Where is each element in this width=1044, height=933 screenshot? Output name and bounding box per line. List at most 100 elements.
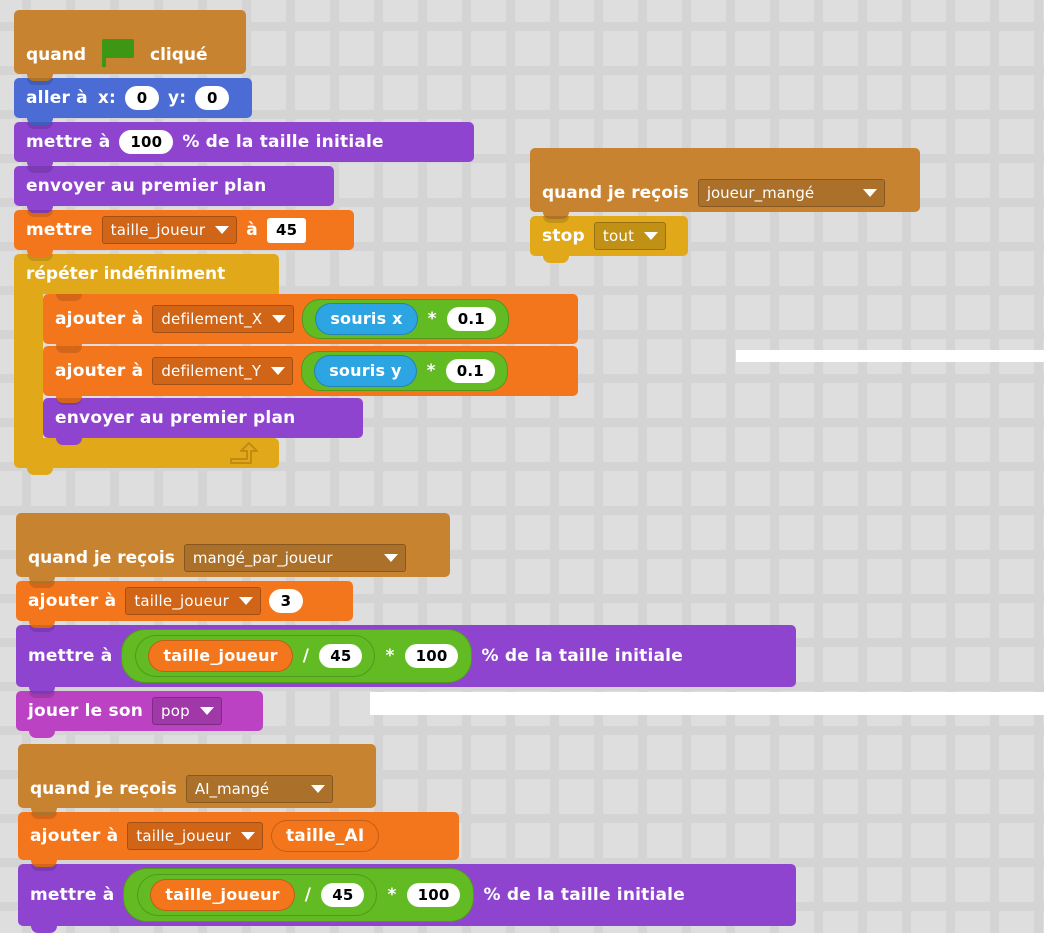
reporter-taille-joueur[interactable]: taille_joueur [150, 879, 295, 911]
message-dropdown-value: mangé_par_joueur [192, 549, 333, 567]
block-go-to-front-inner[interactable]: envoyer au premier plan [43, 398, 363, 445]
operator-multiply-outer[interactable]: taille_joueur / 45 * 100 [121, 629, 473, 683]
set-size-input[interactable]: 100 [119, 130, 174, 154]
goto-y-label: y: [168, 88, 187, 108]
change-var-label: ajouter à [28, 591, 117, 611]
change-var-dropdown[interactable]: taille_joueur [125, 587, 261, 615]
block-go-to-front[interactable]: envoyer au premier plan [14, 166, 334, 213]
change-y-dropdown[interactable]: defilement_Y [152, 357, 294, 385]
chevron-down-icon [644, 232, 659, 240]
operator-operand-b[interactable]: 0.1 [446, 307, 496, 331]
forever-label: répéter indéfiniment [26, 264, 226, 284]
change-var-dropdown-value: taille_joueur [134, 592, 229, 610]
white-overlay-strip-top [736, 350, 1044, 362]
script-joueur-mange[interactable]: quand je reçois joueur_mangé stop tout [530, 148, 920, 263]
reporter-taille-ai[interactable]: taille_AI [270, 820, 380, 852]
operator-multiply-symbol: * [385, 646, 395, 666]
hat-when-i-receive-ai-mange[interactable]: quand je reçois AI_mangé [18, 744, 376, 815]
operator-multiply-outer[interactable]: taille_joueur / 45 * 100 [123, 868, 475, 922]
block-change-defilement-y[interactable]: ajouter à defilement_Y souris y * 0.1 [43, 346, 578, 403]
go-front-inner-label: envoyer au premier plan [55, 408, 296, 428]
operator-multiply-y[interactable]: souris y * 0.1 [301, 351, 508, 391]
set-size-label-before: mettre à [30, 885, 115, 905]
play-sound-dropdown-value: pop [161, 702, 190, 720]
block-change-defilement-x[interactable]: ajouter à defilement_X souris x * 0.1 [43, 294, 578, 351]
play-sound-dropdown[interactable]: pop [152, 697, 222, 725]
message-dropdown[interactable]: joueur_mangé [697, 179, 885, 207]
message-dropdown-value: joueur_mangé [706, 184, 815, 202]
operator-divide-symbol: / [304, 885, 312, 905]
change-y-dropdown-value: defilement_Y [161, 362, 262, 380]
chevron-down-icon [383, 554, 398, 562]
block-change-variable-by-reporter[interactable]: ajouter à taille_joueur taille_AI [18, 812, 459, 867]
goto-x-input[interactable]: 0 [125, 86, 160, 110]
blocks-workspace[interactable]: quand cliqué aller à x: 0 y: 0 mettre à … [0, 0, 1044, 933]
operator-divide-operand[interactable]: 45 [321, 883, 365, 907]
operator-operand-b[interactable]: 0.1 [445, 359, 495, 383]
operator-symbol: * [427, 309, 437, 329]
hat-label-quand: quand [26, 45, 87, 65]
operator-multiply-operand[interactable]: 100 [404, 644, 459, 668]
script-green-flag[interactable]: quand cliqué aller à x: 0 y: 0 mettre à … [14, 10, 578, 475]
goto-y-input[interactable]: 0 [195, 86, 230, 110]
hat-when-i-receive-joueur-mange[interactable]: quand je reçois joueur_mangé [530, 148, 920, 219]
chevron-down-icon [240, 832, 255, 840]
change-var-dropdown[interactable]: taille_joueur [127, 822, 263, 850]
change-x-dropdown-value: defilement_X [161, 310, 263, 328]
change-var-label: ajouter à [30, 826, 119, 846]
stop-dropdown[interactable]: tout [593, 222, 667, 250]
change-var-dropdown-value: taille_joueur [136, 827, 231, 845]
block-set-size-to-percent[interactable]: mettre à 100 % de la taille initiale [14, 122, 474, 169]
loop-arrow-icon [230, 442, 258, 464]
forever-left-arm [14, 294, 43, 438]
change-var-value-input[interactable]: 3 [268, 589, 303, 613]
green-flag-icon [99, 38, 137, 73]
block-set-variable[interactable]: mettre taille_joueur à 45 [14, 210, 354, 257]
chevron-down-icon [272, 315, 287, 323]
block-change-variable[interactable]: ajouter à taille_joueur 3 [16, 581, 353, 628]
hat-when-green-flag-clicked[interactable]: quand cliqué [14, 10, 246, 81]
reporter-mouse-x[interactable]: souris x [315, 303, 418, 335]
stop-dropdown-value: tout [602, 227, 635, 245]
chevron-down-icon [862, 189, 877, 197]
chevron-down-icon [271, 367, 286, 375]
set-size-label-after: % de la taille initiale [483, 885, 685, 905]
block-play-sound[interactable]: jouer le son pop [16, 691, 263, 738]
block-set-size-expression[interactable]: mettre à taille_joueur / 45 * 100 % de l… [16, 625, 796, 694]
forever-body[interactable]: ajouter à defilement_X souris x * 0.1 aj… [43, 294, 578, 445]
message-dropdown[interactable]: AI_mangé [185, 775, 333, 803]
chevron-down-icon [215, 226, 230, 234]
block-stop[interactable]: stop tout [530, 216, 688, 263]
set-var-value-input[interactable]: 45 [266, 217, 307, 243]
operator-divide-operand[interactable]: 45 [319, 644, 363, 668]
block-goto-xy[interactable]: aller à x: 0 y: 0 [14, 78, 252, 125]
hat-label-clique: cliqué [150, 45, 208, 65]
set-size-label-after: % de la taille initiale [481, 646, 683, 666]
set-var-label: mettre [26, 220, 93, 240]
change-x-dropdown[interactable]: defilement_X [152, 305, 295, 333]
operator-divide-inner[interactable]: taille_joueur / 45 [137, 874, 378, 916]
change-x-label: ajouter à [55, 309, 144, 329]
set-size-label-after: % de la taille initiale [182, 132, 384, 152]
block-forever[interactable]: répéter indéfiniment ajouter à defilemen… [14, 254, 578, 475]
block-set-size-expression[interactable]: mettre à taille_joueur / 45 * 100 % de l… [18, 864, 796, 933]
change-y-label: ajouter à [55, 361, 144, 381]
hat-label-when-i-receive: quand je reçois [542, 183, 689, 203]
set-var-dropdown[interactable]: taille_joueur [101, 216, 238, 244]
operator-multiply-x[interactable]: souris x * 0.1 [302, 299, 509, 339]
set-var-dropdown-value: taille_joueur [110, 221, 206, 239]
script-ai-mange[interactable]: quand je reçois AI_mangé ajouter à taill… [18, 744, 796, 933]
reporter-mouse-y[interactable]: souris y [314, 355, 417, 387]
operator-multiply-operand[interactable]: 100 [406, 883, 461, 907]
operator-divide-inner[interactable]: taille_joueur / 45 [135, 635, 376, 677]
hat-label-when-i-receive: quand je reçois [28, 548, 175, 568]
hat-when-i-receive-mange-par-joueur[interactable]: quand je reçois mangé_par_joueur [16, 513, 450, 584]
forever-footer [14, 438, 279, 475]
message-dropdown[interactable]: mangé_par_joueur [183, 544, 406, 572]
reporter-taille-joueur[interactable]: taille_joueur [148, 640, 293, 672]
operator-divide-symbol: / [302, 646, 310, 666]
go-front-label: envoyer au premier plan [26, 176, 267, 196]
forever-header[interactable]: répéter indéfiniment [14, 254, 279, 294]
set-size-label-before: mettre à [26, 132, 111, 152]
stop-label: stop [542, 226, 585, 246]
